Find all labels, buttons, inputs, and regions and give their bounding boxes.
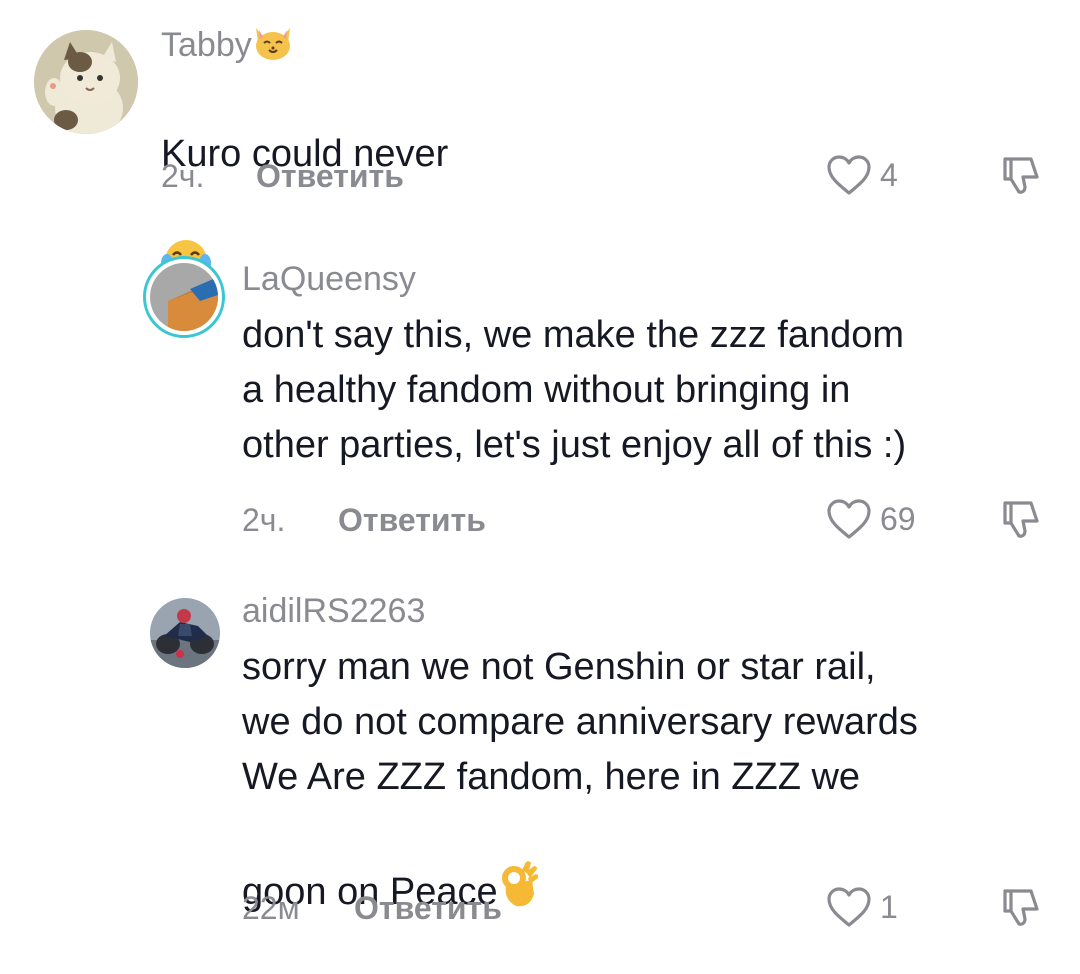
avatar-image (150, 598, 220, 668)
thumbs-down-icon (1003, 889, 1039, 926)
avatar[interactable] (34, 30, 138, 134)
comment-time: 2ч. (161, 158, 205, 194)
avatar-image (150, 263, 218, 331)
comment-text: don't say this, we make the zzz fandom a… (242, 314, 907, 466)
like-button[interactable]: 4 (826, 154, 898, 196)
ok-hand-icon (498, 805, 540, 926)
comment-time: 2ч. (242, 502, 286, 538)
username[interactable]: LaQueensy (242, 260, 416, 299)
thumbs-down-icon (1003, 157, 1039, 194)
comment-laqueensy: LaQueensy don't say this, we make the zz… (0, 230, 1080, 570)
reply-button[interactable]: Ответить (338, 502, 486, 539)
reply-button[interactable]: Ответить (354, 890, 502, 927)
dislike-button[interactable] (997, 153, 1041, 202)
like-button[interactable]: 69 (826, 498, 916, 540)
cat-avatar-image (34, 30, 138, 134)
reply-button[interactable]: Ответить (256, 158, 404, 195)
cat-face-icon (252, 24, 294, 71)
avatar[interactable] (150, 598, 220, 668)
heart-icon (827, 155, 871, 195)
avatar[interactable] (143, 256, 225, 338)
username[interactable]: Tabby (161, 24, 294, 71)
comment-time: 22м (242, 890, 300, 926)
comment-text: sorry man we not Genshin or star rail, w… (242, 640, 918, 926)
comment-aidilrs2263: aidilRS2263 sorry man we not Genshin or … (0, 570, 1080, 974)
comment-tabby: Tabby Kuro could never 2ч. Ответить 4 (0, 0, 1080, 282)
heart-icon (827, 499, 871, 539)
thumbs-down-icon (1003, 501, 1039, 538)
like-button[interactable]: 1 (826, 886, 898, 928)
like-count: 1 (880, 888, 898, 925)
like-count: 69 (880, 500, 916, 537)
like-count: 4 (880, 156, 898, 193)
heart-icon (827, 887, 871, 927)
username[interactable]: aidilRS2263 (242, 592, 425, 631)
dislike-button[interactable] (997, 885, 1041, 934)
dislike-button[interactable] (997, 497, 1041, 546)
